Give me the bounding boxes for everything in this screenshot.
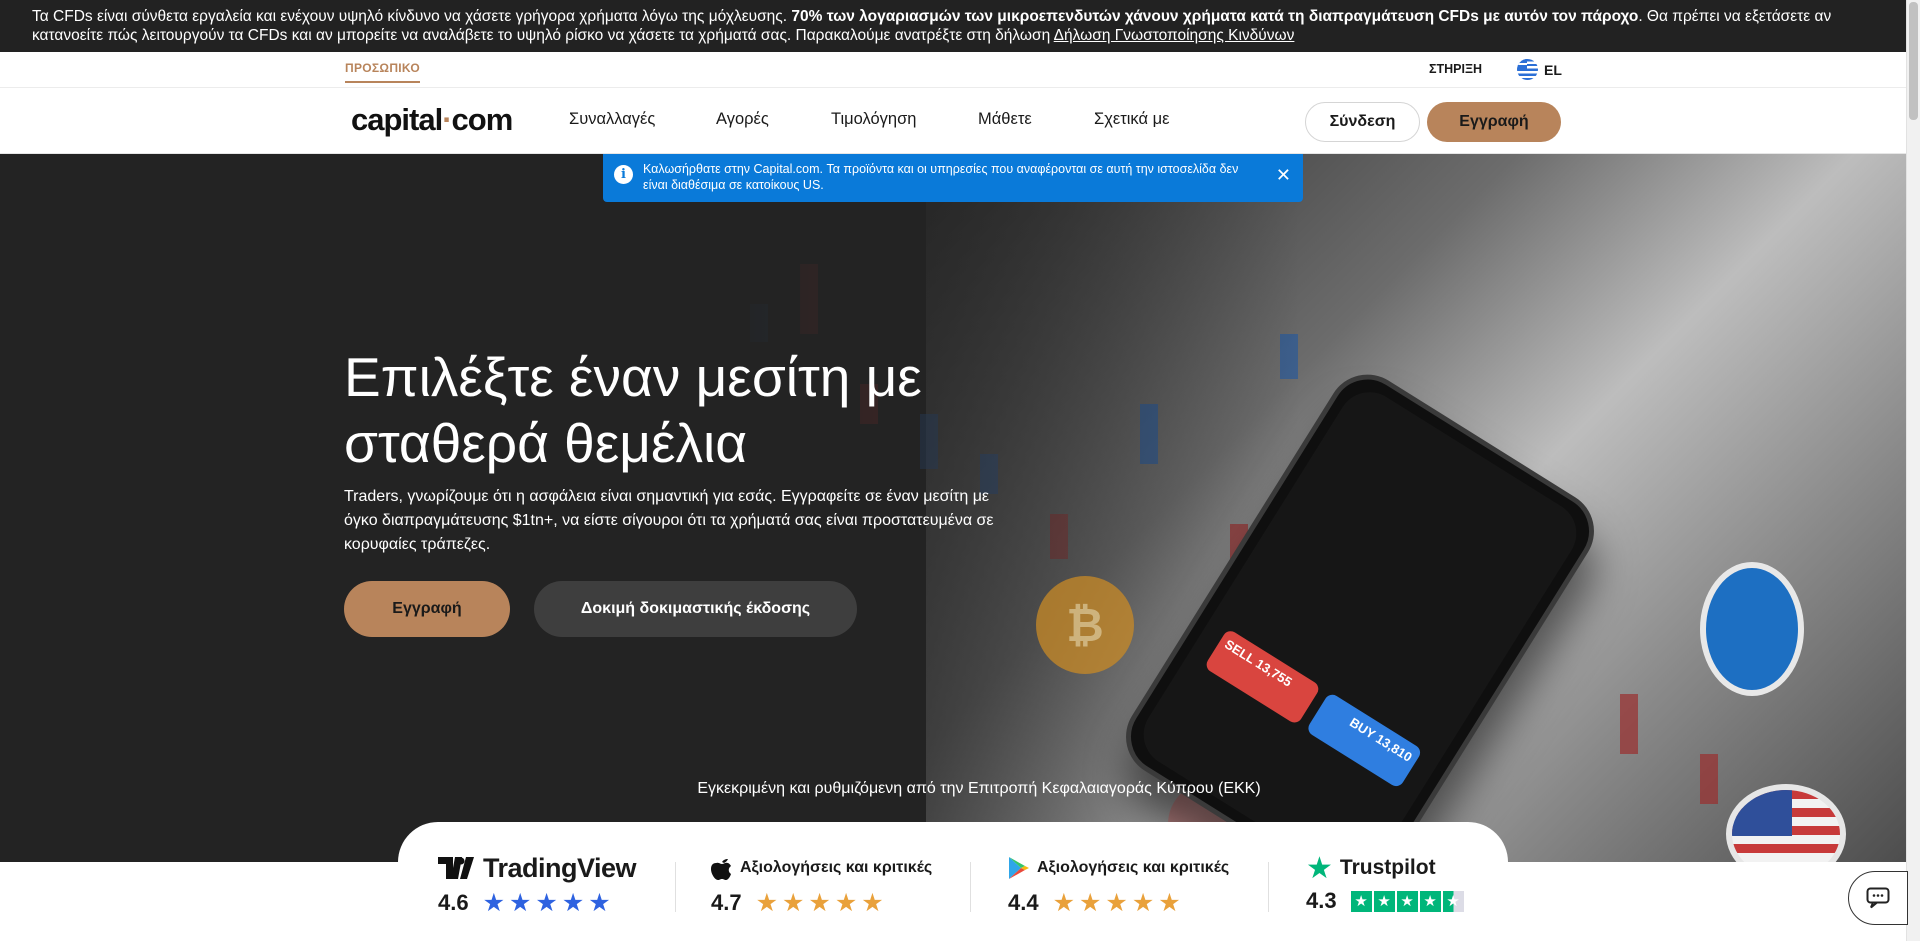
hero-demo-button[interactable]: Δοκιμή δοκιμαστικής έκδοσης [534,581,857,637]
rating-score: 4.6 [438,890,469,915]
star-icon: ★ [1350,890,1372,912]
risk-warning-bold: 70% των λογαριασμών των μικροεπενδυτών χ… [791,8,1639,25]
login-button[interactable]: Σύνδεση [1305,102,1420,142]
main-navbar: capital·com Συναλλαγές Αγορές Τιμολόγηση… [0,88,1906,154]
ratings-strip: TradingView 4.6 ★★★★★ Αξιολογήσεις και κ… [398,822,1508,941]
star-icon: ★ [1419,890,1441,912]
hero-register-button[interactable]: Εγγραφή [344,581,510,637]
star-icon: ★ [1442,890,1464,912]
us-residents-notice: i Καλωσήρθατε στην Capital.com. Τα προϊό… [603,154,1303,202]
flame-coin-icon [1700,562,1804,696]
candle-decoration [1620,694,1638,754]
nav-item-pricing[interactable]: Τιμολόγηση [831,110,916,129]
language-switcher[interactable]: EL [1517,59,1562,80]
chat-button[interactable] [1848,871,1908,925]
rating-tradingview[interactable]: TradingView 4.6 ★★★★★ [438,852,637,918]
nav-item-about[interactable]: Σχετικά με [1094,110,1169,129]
greece-flag-icon [1517,59,1538,80]
chat-icon [1866,887,1890,909]
capital-com-logo[interactable]: capital·com [351,102,514,138]
support-link[interactable]: ΣΤΗΡΙΞΗ [1429,62,1482,76]
notice-text: Καλωσήρθατε στην Capital.com. Τα προϊόντ… [643,162,1239,192]
nav-item-trading[interactable]: Συναλλαγές [569,110,655,129]
trustpilot-name: Trustpilot [1339,856,1436,879]
rating-google-play[interactable]: Αξιολογήσεις και κριτικές 4.4 ★★★★★ [1008,854,1229,918]
phone-buy-button: BUY 13,810 [1305,691,1424,790]
hero-description: Traders, γνωρίζουμε ότι η ασφάλεια είναι… [344,488,994,553]
register-button-top[interactable]: Εγγραφή [1427,102,1561,142]
risk-disclosure-link[interactable]: Δήλωση Γνωστοποίησης Κινδύνων [1054,27,1295,44]
google-play-icon [1009,857,1029,879]
hero-section: ₿ SELL 13,755 BUY 13,810 Επιλέξτε έναν μ… [0,154,1906,862]
tab-personal[interactable]: ΠΡΟΣΩΠΙΚΟ [345,61,420,83]
apple-icon [711,859,731,880]
hero-title-line-2: σταθερά θεμέλια [344,412,747,474]
rating-score: 4.7 [711,890,742,915]
rating-app-store[interactable]: Αξιολογήσεις και κριτικές 4.7 ★★★★★ [711,854,932,918]
regulator-text: Εγκεκριμένη και ρυθμιζόμενη από την Επιτ… [697,780,1261,797]
hero-title: Επιλέξτε έναν μεσίτη με σταθερά θεμέλια [344,344,1044,476]
info-icon: i [614,165,633,184]
scrollbar-thumb[interactable] [1909,2,1918,120]
close-icon[interactable]: ✕ [1276,166,1291,184]
utility-bar: ΠΡΟΣΩΠΙΚΟ ΣΤΗΡΙΞΗ EL [0,52,1906,88]
rating-score: 4.4 [1008,890,1039,915]
bitcoin-coin-icon: ₿ [1036,576,1134,674]
star-icon: ★ [1396,890,1418,912]
tradingview-name: TradingView [483,852,637,883]
rating-source-label: Αξιολογήσεις και κριτικές [1037,859,1230,876]
rating-stars: ★★★★★ [1052,889,1185,917]
phone-sell-button: SELL 13,755 [1203,628,1322,726]
divider [970,862,971,912]
star-icon: ★ [1373,890,1395,912]
regulator-statement: Εγκεκριμένη και ρυθμιζόμενη από την Επιτ… [0,780,1906,798]
trustpilot-stars: ★ ★ ★ ★ ★ [1350,890,1464,912]
divider [1268,862,1269,912]
tradingview-icon [438,857,474,879]
hero-title-line-1: Επιλέξτε έναν μεσίτη με [344,346,922,408]
rating-stars: ★★★★★ [482,889,615,917]
nav-item-markets[interactable]: Αγορές [716,110,769,129]
nav-item-learn[interactable]: Μάθετε [978,110,1032,129]
risk-warning-bar: Τα CFDs είναι σύνθετα εργαλεία και ενέχο… [0,0,1906,52]
rating-score: 4.3 [1306,888,1337,913]
language-code: EL [1544,61,1562,78]
logo-text-left: capital [351,102,443,137]
logo-text-right: com [451,102,514,137]
logo-dot: · [442,102,452,137]
rating-trustpilot[interactable]: ★ Trustpilot 4.3 ★ ★ ★ ★ ★ [1306,851,1464,914]
divider [675,862,676,912]
risk-warning-text: Τα CFDs είναι σύνθετα εργαλεία και ενέχο… [32,8,792,25]
page-scrollbar[interactable] [1906,0,1920,941]
rating-stars: ★★★★★ [755,889,888,917]
rating-source-label: Αξιολογήσεις και κριτικές [740,859,933,876]
trustpilot-star-icon: ★ [1306,851,1333,885]
